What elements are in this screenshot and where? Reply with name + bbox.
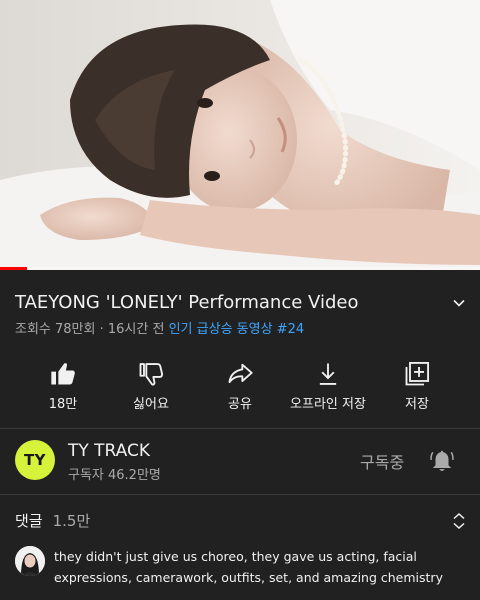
dislike-label: 싫어요	[133, 397, 169, 412]
download-icon	[319, 363, 337, 385]
like-count: 18만	[48, 397, 78, 412]
video-progress-fill	[0, 267, 28, 270]
like-button[interactable]: 18만	[15, 352, 111, 418]
video-title: TAEYONG 'LONELY' Performance Video	[15, 292, 359, 313]
share-button[interactable]: 공유	[192, 352, 288, 418]
comments-title: 댓글	[15, 512, 43, 530]
video-player[interactable]	[0, 0, 480, 270]
video-meta: 조회수 78만회 · 16시간 전 인기 급상승 동영상 #24	[15, 320, 304, 340]
comments-count: 1.5만	[52, 512, 91, 530]
dislike-button[interactable]: 싫어요	[103, 352, 199, 418]
subscribed-button[interactable]: 구독중	[360, 449, 404, 473]
comment-text: they didn't just give us choreo, they ga…	[54, 549, 443, 585]
view-count: 조회수 78만회	[15, 322, 96, 337]
channel-name[interactable]: TY TRACK	[68, 441, 150, 461]
download-label: 오프라인 저장	[290, 397, 366, 412]
subscriber-count: 구독자 46.2만명	[68, 468, 161, 483]
channel-row[interactable]: TY TY TRACK 구독자 46.2만명 구독중	[0, 430, 480, 494]
unfold-icon[interactable]	[451, 512, 467, 530]
divider	[0, 428, 480, 429]
chevron-down-icon[interactable]	[451, 295, 467, 311]
save-button[interactable]: 저장	[369, 352, 465, 418]
trending-badge[interactable]: 인기 급상승 동영상 #24	[169, 322, 305, 337]
save-label: 저장	[405, 397, 429, 412]
commenter-avatar	[15, 546, 45, 576]
thumbs-down-icon	[139, 363, 164, 386]
action-bar: 18만 싫어요 공유 오프라인 저장 저장	[0, 352, 480, 418]
video-thumbnail	[0, 0, 480, 270]
share-icon	[228, 363, 253, 384]
download-button[interactable]: 오프라인 저장	[280, 352, 376, 418]
thumbs-up-icon	[51, 363, 75, 385]
comments-header[interactable]: 댓글 1.5만	[15, 510, 467, 532]
channel-avatar[interactable]: TY	[15, 440, 55, 480]
meta-separator: ·	[95, 322, 108, 337]
share-label: 공유	[228, 397, 252, 412]
add-to-playlist-icon	[405, 361, 430, 386]
bell-icon[interactable]	[429, 448, 455, 474]
video-progress-bar[interactable]	[0, 267, 480, 270]
divider	[0, 494, 480, 495]
video-title-row[interactable]: TAEYONG 'LONELY' Performance Video	[15, 290, 467, 316]
upload-time: 16시간 전	[107, 322, 165, 337]
